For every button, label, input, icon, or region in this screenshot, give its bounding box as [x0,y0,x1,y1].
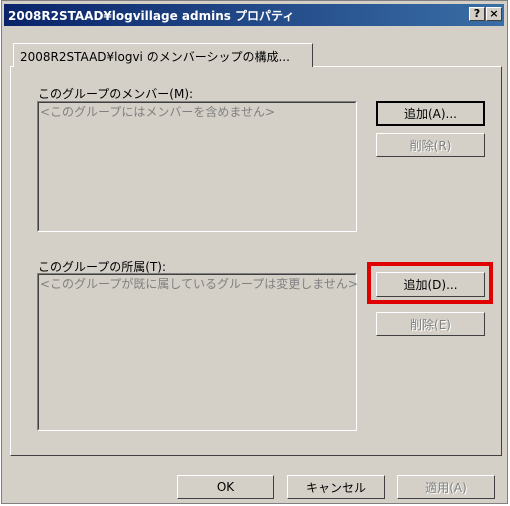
help-button[interactable]: ? [469,7,485,21]
tab-panel [10,66,502,456]
close-button[interactable]: × [486,7,502,21]
ok-button[interactable]: OK [177,475,274,499]
cancel-button[interactable]: キャンセル [287,475,385,499]
window-title: 2008R2STAAD¥logvillage admins プロパティ [8,9,295,23]
apply-button[interactable]: 適用(A) [397,475,495,499]
properties-dialog: 2008R2STAAD¥logvillage admins プロパティ ? × … [1,0,508,504]
tab-label: 2008R2STAAD¥logvi のメンバーシップの構成... [20,50,290,64]
title-bar[interactable]: 2008R2STAAD¥logvillage admins プロパティ ? × [4,4,504,26]
tab-membership[interactable]: 2008R2STAAD¥logvi のメンバーシップの構成... [13,43,313,67]
